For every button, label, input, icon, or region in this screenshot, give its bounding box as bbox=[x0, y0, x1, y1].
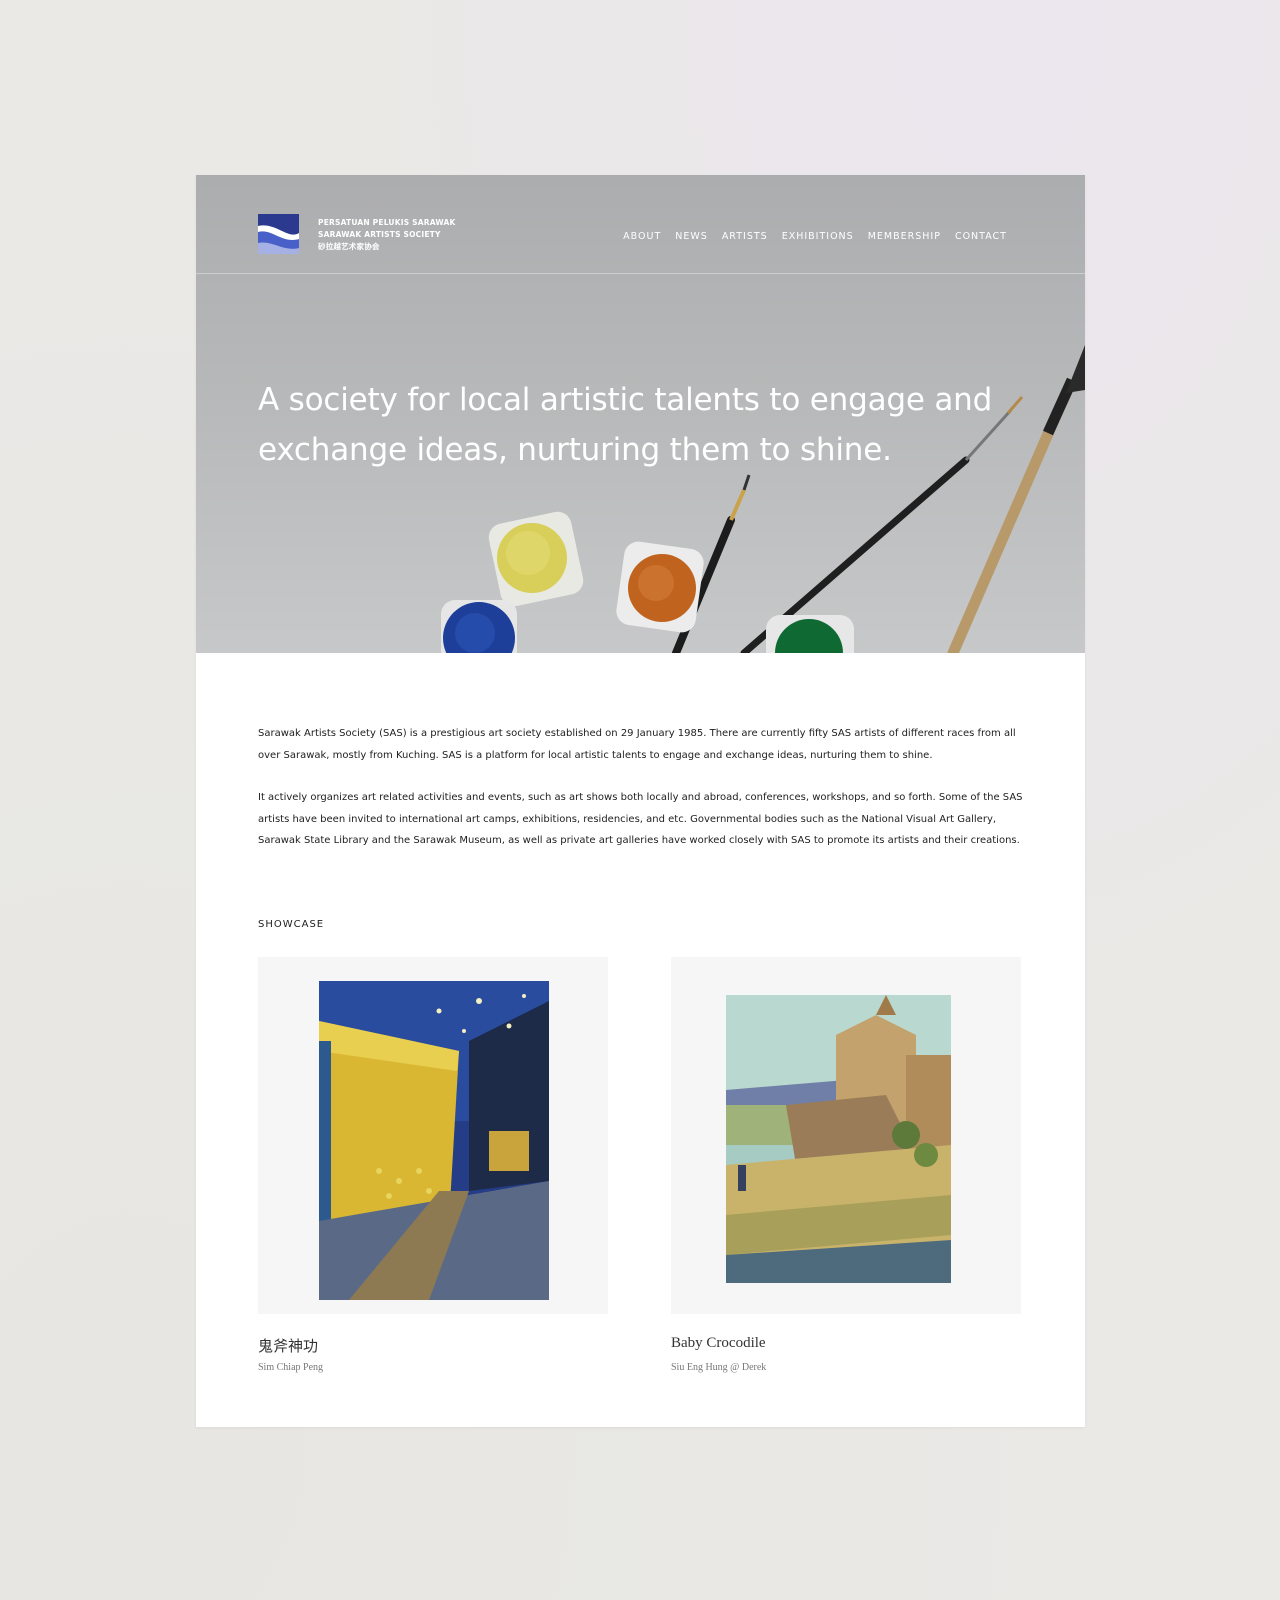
logo-line-english: SARAWAK ARTISTS SOCIETY bbox=[318, 230, 441, 239]
intro-text: Sarawak Artists Society (SAS) is a prest… bbox=[258, 723, 1023, 873]
artwork-2-title[interactable]: Baby Crocodile bbox=[671, 1335, 766, 1352]
green-paint-pot bbox=[766, 615, 854, 653]
blue-paint-pot bbox=[441, 600, 517, 653]
nav-news[interactable]: NEWS bbox=[675, 231, 708, 242]
yellow-paint-pot bbox=[488, 511, 584, 607]
logo-line-chinese: 砂拉越艺术家协会 bbox=[318, 242, 380, 251]
nav-contact[interactable]: CONTACT bbox=[955, 231, 1007, 242]
artwork-1-artist: Sim Chiap Peng bbox=[258, 1362, 324, 1373]
artwork-1-title[interactable]: 鬼斧神功 bbox=[258, 1335, 318, 1356]
intro-paragraph-2: It actively organizes art related activi… bbox=[258, 792, 1023, 846]
orange-paint-pot bbox=[616, 541, 704, 633]
sas-logo-icon[interactable] bbox=[258, 214, 299, 254]
nav-membership[interactable]: MEMBERSHIP bbox=[868, 231, 941, 242]
site-header: PERSATUAN PELUKIS SARAWAK SARAWAK ARTIST… bbox=[196, 175, 1085, 274]
artwork-2-artist: Siu Eng Hung @ Derek bbox=[671, 1362, 767, 1373]
old-mill-painting bbox=[726, 995, 951, 1283]
hero-title-line-2: exchange ideas, nurturing them to shine. bbox=[258, 432, 892, 468]
intro-paragraph-1: Sarawak Artists Society (SAS) is a prest… bbox=[258, 728, 1016, 761]
main-nav: ABOUT NEWS ARTISTS EXHIBITIONS MEMBERSHI… bbox=[623, 231, 1007, 242]
page-card: PERSATUAN PELUKIS SARAWAK SARAWAK ARTIST… bbox=[196, 175, 1085, 1427]
logo-text[interactable]: PERSATUAN PELUKIS SARAWAK SARAWAK ARTIST… bbox=[318, 217, 456, 253]
cafe-terrace-painting bbox=[319, 981, 549, 1300]
hero-title-line-1: A society for local artistic talents to … bbox=[258, 382, 993, 418]
nav-artists[interactable]: ARTISTS bbox=[722, 231, 768, 242]
hero-banner: PERSATUAN PELUKIS SARAWAK SARAWAK ARTIST… bbox=[196, 175, 1085, 653]
showcase-artwork-2[interactable] bbox=[671, 957, 1021, 1314]
hero-title: A society for local artistic talents to … bbox=[258, 375, 1018, 475]
nav-exhibitions[interactable]: EXHIBITIONS bbox=[782, 231, 854, 242]
showcase-artwork-1[interactable] bbox=[258, 957, 608, 1314]
logo-line-malay: PERSATUAN PELUKIS SARAWAK bbox=[318, 218, 456, 227]
nav-about[interactable]: ABOUT bbox=[623, 231, 661, 242]
showcase-heading: SHOWCASE bbox=[258, 919, 325, 930]
